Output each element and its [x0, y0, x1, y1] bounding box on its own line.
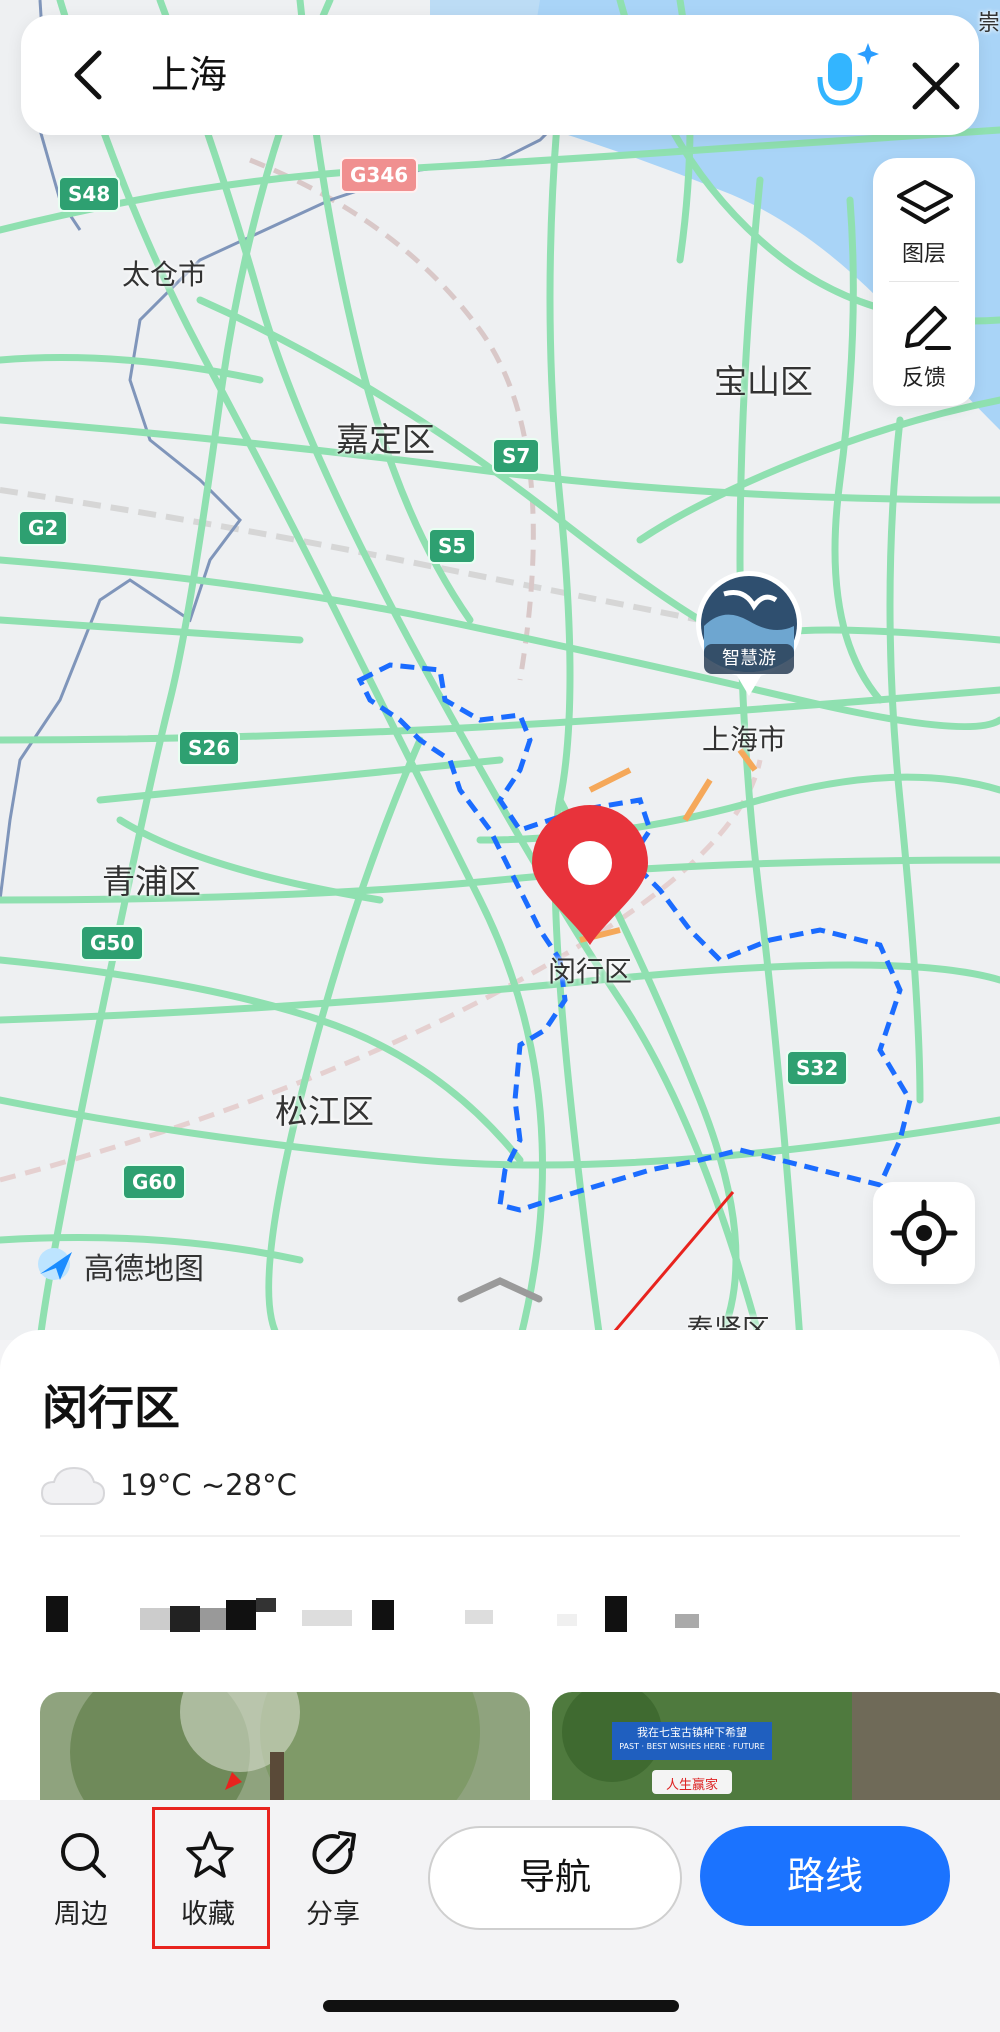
nearby-button[interactable]: 周边 — [36, 1830, 126, 1940]
search-query-text[interactable]: 上海 — [151, 45, 227, 105]
place-label-taicang: 太仓市 — [122, 258, 207, 291]
highway-shield-g60: G60 — [122, 1164, 187, 1200]
map-side-tools: 图层 反馈 — [873, 158, 975, 406]
clear-search-button[interactable] — [909, 59, 963, 113]
place-label-songjiang: 松江区 — [275, 1092, 374, 1131]
highway-shield-s7: S7 — [492, 438, 541, 474]
weather-temperature: 19°C ~28°C — [120, 1468, 297, 1502]
poi-smart-tour-marker[interactable]: 智慧游 — [694, 566, 804, 706]
microphone-icon — [817, 43, 879, 106]
crosshair-icon — [890, 1199, 958, 1267]
navigate-button[interactable]: 导航 — [428, 1826, 682, 1930]
highway-shield-s32: S32 — [786, 1050, 849, 1086]
map-road-layer — [0, 0, 1000, 1340]
place-label-minhang: 闵行区 — [548, 955, 633, 988]
highway-shield-s5: S5 — [428, 528, 477, 564]
highway-shield-g346: G346 — [340, 157, 419, 193]
home-indicator[interactable] — [323, 2000, 679, 2012]
place-label-shanghai-city: 上海市 — [702, 723, 787, 756]
edit-icon — [905, 306, 951, 350]
place-detail-sheet: 闵行区 19°C ~28°C 我在七宝古镇种下希望 PAST · BEST WI… — [0, 1330, 1000, 1832]
feedback-button[interactable]: 反馈 — [873, 282, 975, 406]
highway-shield-s48: S48 — [58, 176, 121, 212]
highway-shield-g2: G2 — [18, 510, 69, 546]
map-view[interactable]: S48 G346 S7 G2 S5 S26 G50 S32 G60 太仓市 宝山… — [0, 0, 1000, 1340]
share-icon — [312, 1831, 356, 1875]
highway-shield-g50: G50 — [80, 925, 145, 961]
search-icon — [61, 1833, 106, 1878]
layers-button[interactable]: 图层 — [873, 158, 975, 282]
location-pin-icon — [530, 805, 650, 955]
place-label-chong: 崇 — [978, 11, 1000, 36]
photo-sign-subtext: PAST · BEST WISHES HERE · FUTURE — [619, 1742, 765, 1751]
amap-logo-icon — [38, 1248, 72, 1280]
voice-search-button[interactable] — [814, 41, 882, 111]
redacted-info-row — [40, 1590, 740, 1640]
poi-badge-label: 智慧游 — [722, 648, 776, 669]
highway-shield-s26: S26 — [178, 730, 241, 766]
place-label-qingpu: 青浦区 — [102, 862, 201, 901]
share-button[interactable]: 分享 — [288, 1830, 378, 1940]
bottom-toolbar: 周边 收藏 分享 导航 路线 — [0, 1800, 1000, 2032]
locate-me-button[interactable] — [873, 1182, 975, 1284]
back-button[interactable] — [61, 45, 121, 105]
photo-sign-text: 我在七宝古镇种下希望 — [637, 1726, 747, 1739]
sheet-drag-handle[interactable] — [455, 1275, 545, 1305]
chevron-left-icon — [74, 50, 102, 100]
feedback-label: 反馈 — [901, 366, 946, 391]
amap-brand-text: 高德地图 — [84, 1252, 204, 1287]
share-label: 分享 — [306, 1899, 360, 1930]
close-icon — [912, 62, 960, 110]
layers-icon — [897, 180, 953, 224]
photo-sign-tag: 人生赢家 — [665, 1778, 718, 1793]
route-button[interactable]: 路线 — [700, 1826, 950, 1926]
nearby-label: 周边 — [54, 1899, 108, 1930]
place-title: 闵行区 — [42, 1381, 180, 1435]
cloud-icon — [40, 1466, 106, 1505]
layers-label: 图层 — [901, 242, 946, 267]
search-bar: 上海 — [21, 15, 979, 135]
place-label-jiading: 嘉定区 — [336, 420, 435, 459]
place-label-baoshan: 宝山区 — [714, 362, 813, 401]
annotation-highlight-box — [152, 1807, 270, 1949]
section-divider — [40, 1535, 960, 1537]
